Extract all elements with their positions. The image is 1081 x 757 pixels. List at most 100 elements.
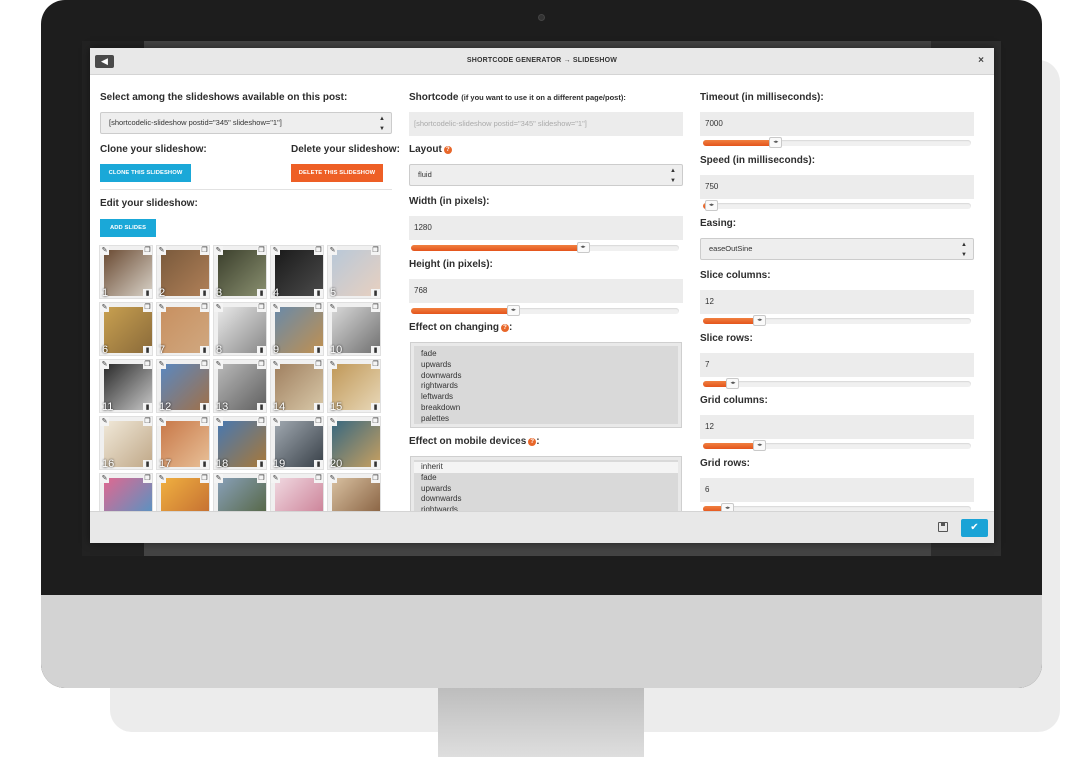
slide-thumbnail[interactable]: ✎❐▮ [270, 473, 324, 511]
clone-icon[interactable]: ❐ [371, 246, 380, 255]
slide-thumbnail[interactable]: 11 ✎ ❐ ▮ [99, 359, 153, 413]
trash-icon[interactable]: ▮ [314, 460, 323, 469]
listbox-option[interactable]: downwards [414, 494, 678, 505]
slide-thumbnail[interactable]: 1 ✎ ❐ ▮ [99, 245, 153, 299]
listbox-option[interactable]: inherit [414, 462, 678, 473]
clone-icon[interactable]: ❐ [257, 474, 266, 483]
clone-icon[interactable]: ❐ [257, 417, 266, 426]
clone-icon[interactable]: ❐ [143, 303, 152, 312]
add-slides-button[interactable]: ADD SLIDES [100, 219, 156, 237]
listbox-option[interactable]: upwards [414, 360, 678, 371]
clone-icon[interactable]: ❐ [314, 246, 323, 255]
pencil-icon[interactable]: ✎ [214, 303, 223, 312]
clone-icon[interactable]: ❐ [314, 360, 323, 369]
slide-thumbnail[interactable]: 5 ✎ ❐ ▮ [327, 245, 381, 299]
pencil-icon[interactable]: ✎ [100, 246, 109, 255]
layout-select[interactable]: fluid ▲ ▼ [409, 164, 683, 186]
trash-icon[interactable]: ▮ [200, 289, 209, 298]
pencil-icon[interactable]: ✎ [328, 360, 337, 369]
pencil-icon[interactable]: ✎ [214, 246, 223, 255]
pencil-icon[interactable]: ✎ [214, 474, 223, 483]
pencil-icon[interactable]: ✎ [100, 417, 109, 426]
pencil-icon[interactable]: ✎ [157, 474, 166, 483]
slide-thumbnail[interactable]: 8 ✎ ❐ ▮ [213, 302, 267, 356]
pencil-icon[interactable]: ✎ [100, 360, 109, 369]
confirm-button[interactable]: ✔ [961, 519, 988, 537]
slice-rows-field[interactable]: 7 [700, 353, 974, 377]
height-field[interactable]: 768 [409, 279, 683, 303]
pencil-icon[interactable]: ✎ [271, 474, 280, 483]
clone-icon[interactable]: ❐ [143, 246, 152, 255]
slide-thumbnail[interactable]: 17 ✎ ❐ ▮ [156, 416, 210, 470]
slide-thumbnail[interactable]: ✎❐▮ [99, 473, 153, 511]
close-icon[interactable]: × [978, 55, 984, 66]
pencil-icon[interactable]: ✎ [271, 246, 280, 255]
pencil-icon[interactable]: ✎ [328, 246, 337, 255]
trash-icon[interactable]: ▮ [257, 460, 266, 469]
slide-thumbnail[interactable]: 7 ✎ ❐ ▮ [156, 302, 210, 356]
timeout-slider[interactable]: ◂▸ [703, 137, 971, 148]
trash-icon[interactable]: ▮ [200, 346, 209, 355]
slide-thumbnail[interactable]: 20 ✎ ❐ ▮ [327, 416, 381, 470]
trash-icon[interactable]: ▮ [143, 460, 152, 469]
trash-icon[interactable]: ▮ [371, 403, 380, 412]
timeout-field[interactable]: 7000 [700, 112, 974, 136]
trash-icon[interactable]: ▮ [143, 403, 152, 412]
speed-slider[interactable]: ◂▸ [703, 200, 971, 211]
trash-icon[interactable]: ▮ [257, 289, 266, 298]
slider-handle[interactable]: ◂▸ [769, 137, 783, 148]
save-icon[interactable] [938, 522, 948, 532]
trash-icon[interactable]: ▮ [314, 346, 323, 355]
slide-thumbnail[interactable]: ✎❐▮ [213, 473, 267, 511]
width-field[interactable]: 1280 [409, 216, 683, 240]
width-slider[interactable]: ◂▸ [411, 242, 679, 253]
help-icon[interactable]: ? [501, 324, 509, 332]
slide-thumbnail[interactable]: 3 ✎ ❐ ▮ [213, 245, 267, 299]
listbox-option[interactable]: rightwards [414, 381, 678, 392]
slide-thumbnail[interactable]: 6 ✎ ❐ ▮ [99, 302, 153, 356]
pencil-icon[interactable]: ✎ [271, 360, 280, 369]
pencil-icon[interactable]: ✎ [214, 360, 223, 369]
pencil-icon[interactable]: ✎ [214, 417, 223, 426]
slide-thumbnail[interactable]: 15 ✎ ❐ ▮ [327, 359, 381, 413]
clone-icon[interactable]: ❐ [314, 474, 323, 483]
slide-thumbnail[interactable]: 19 ✎ ❐ ▮ [270, 416, 324, 470]
slider-handle[interactable]: ◂▸ [726, 378, 740, 389]
slice-rows-slider[interactable]: ◂▸ [703, 378, 971, 389]
listbox-option[interactable]: palettes [414, 414, 678, 424]
listbox-option[interactable]: leftwards [414, 392, 678, 403]
mobile-effect-listbox[interactable]: inherit fade upwards downwards rightwards [411, 457, 681, 511]
clone-icon[interactable]: ❐ [371, 303, 380, 312]
slider-handle[interactable]: ◂▸ [753, 315, 767, 326]
clone-slideshow-button[interactable]: CLONE THIS SLIDESHOW [100, 164, 191, 182]
slideshow-select[interactable]: [shortcodelic-slideshow postid="345" sli… [100, 112, 392, 134]
pencil-icon[interactable]: ✎ [328, 474, 337, 483]
listbox-option[interactable]: fade [414, 473, 678, 484]
pencil-icon[interactable]: ✎ [328, 417, 337, 426]
speed-field[interactable]: 750 [700, 175, 974, 199]
slide-thumbnail[interactable]: 18 ✎ ❐ ▮ [213, 416, 267, 470]
slice-columns-field[interactable]: 12 [700, 290, 974, 314]
trash-icon[interactable]: ▮ [371, 289, 380, 298]
trash-icon[interactable]: ▮ [257, 346, 266, 355]
pencil-icon[interactable]: ✎ [271, 417, 280, 426]
trash-icon[interactable]: ▮ [143, 289, 152, 298]
slide-thumbnail[interactable]: 10 ✎ ❐ ▮ [327, 302, 381, 356]
trash-icon[interactable]: ▮ [257, 403, 266, 412]
clone-icon[interactable]: ❐ [200, 417, 209, 426]
clone-icon[interactable]: ❐ [200, 360, 209, 369]
pencil-icon[interactable]: ✎ [157, 360, 166, 369]
clone-icon[interactable]: ❐ [143, 360, 152, 369]
clone-icon[interactable]: ❐ [143, 417, 152, 426]
pencil-icon[interactable]: ✎ [157, 303, 166, 312]
clone-icon[interactable]: ❐ [200, 474, 209, 483]
slide-thumbnail[interactable]: 12 ✎ ❐ ▮ [156, 359, 210, 413]
pencil-icon[interactable]: ✎ [100, 474, 109, 483]
grid-columns-field[interactable]: 12 [700, 415, 974, 439]
listbox-option[interactable]: upwards [414, 484, 678, 495]
trash-icon[interactable]: ▮ [371, 346, 380, 355]
pencil-icon[interactable]: ✎ [328, 303, 337, 312]
pencil-icon[interactable]: ✎ [157, 246, 166, 255]
slice-columns-slider[interactable]: ◂▸ [703, 315, 971, 326]
clone-icon[interactable]: ❐ [257, 303, 266, 312]
